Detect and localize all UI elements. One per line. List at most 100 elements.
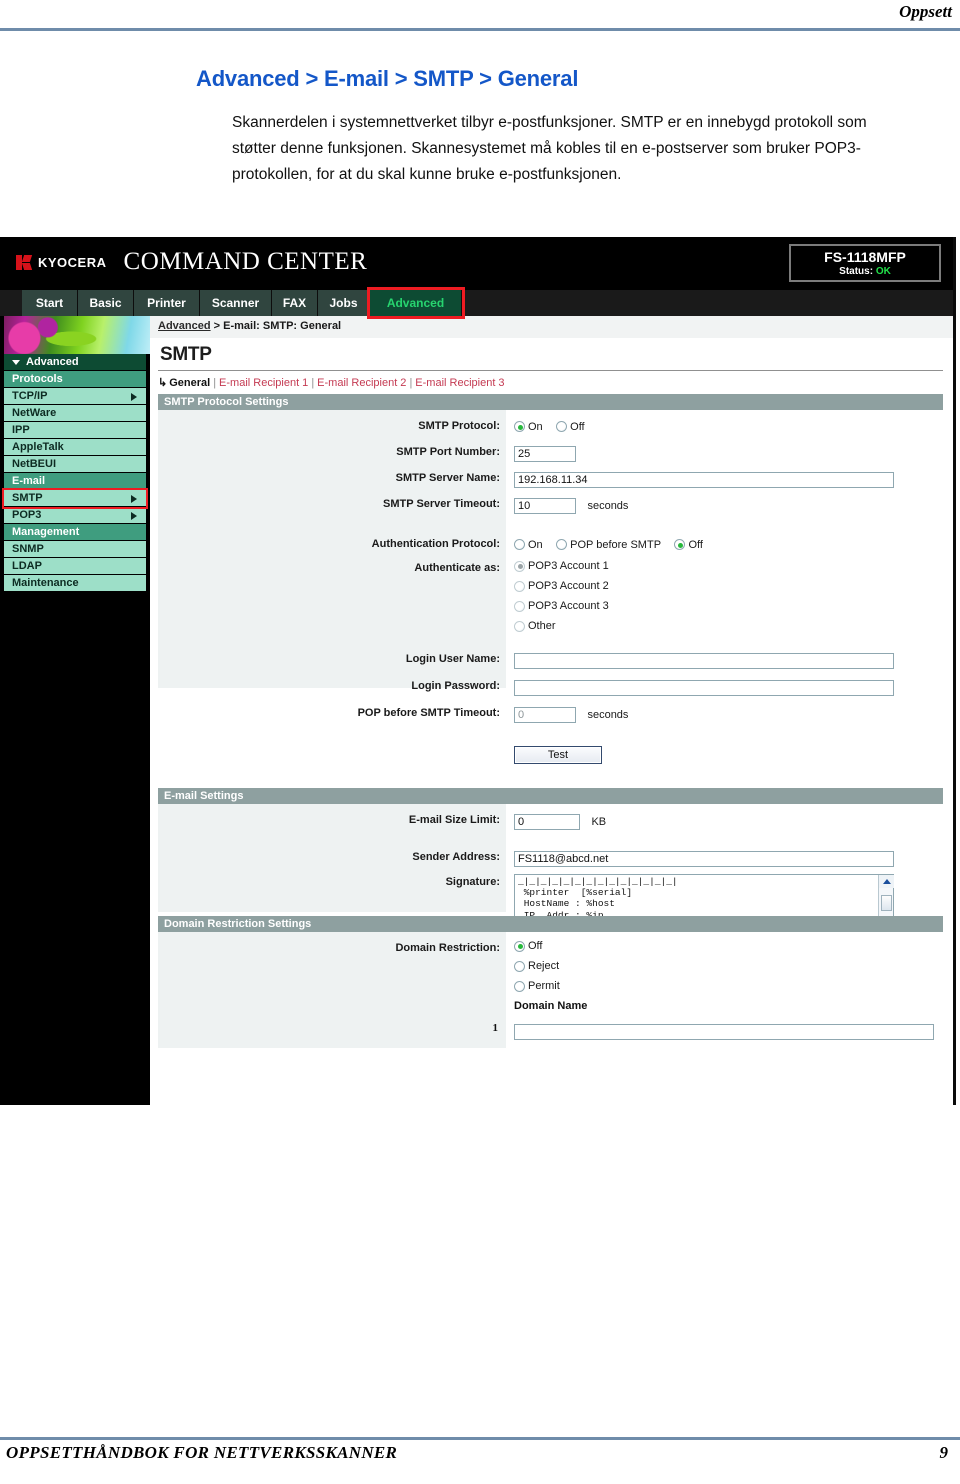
radio-domain-off[interactable]: Off (514, 940, 587, 952)
sidebar-header-label: Advanced (26, 355, 79, 368)
sidebar-item-pop3[interactable]: POP3 (4, 507, 146, 524)
tab-printer[interactable]: Printer (134, 290, 200, 316)
tab-basic[interactable]: Basic (78, 290, 134, 316)
content-pane: SMTP ↳ General | E-mail Recipient 1 | E-mail … (150, 338, 953, 1105)
subtab-e-mail-recipient-1[interactable]: E-mail Recipient 1 (219, 377, 308, 389)
sidebar-item-appletalk[interactable]: AppleTalk (4, 439, 146, 456)
radio-label: POP3 Account 3 (528, 600, 609, 612)
status-line: Status: OK (791, 265, 939, 278)
main-tab-bar: Start Basic Printer Scanner FAX Jobs Advanced (0, 287, 953, 319)
hook-arrow-icon: ↳ (158, 377, 168, 389)
pop-before-smtp-timeout-input[interactable] (514, 707, 576, 723)
domain-name-input[interactable] (514, 1024, 934, 1040)
radio-pop3-account-3[interactable]: POP3 Account 3 (514, 600, 609, 612)
radio-other[interactable]: Other (514, 620, 609, 632)
test-button[interactable]: Test (514, 746, 602, 764)
command-center-screenshot: KYOCERA COMMAND CENTER FS-1118MFP Status… (0, 237, 956, 1105)
sidebar-group-e-mail: E-mail (4, 473, 146, 490)
radio-pop3-account-1[interactable]: POP3 Account 1 (514, 560, 609, 572)
radio-pop3-account-2[interactable]: POP3 Account 2 (514, 580, 609, 592)
sidebar-item-label: NetBEUI (12, 458, 57, 470)
subtab-separator: | (213, 377, 217, 389)
email-size-limit-unit: KB (591, 816, 607, 828)
content-title: SMTP (160, 344, 212, 365)
domain-restriction-radios: Off Reject Permit Domain Name (514, 940, 587, 1012)
smtp-server-input[interactable] (514, 472, 894, 488)
smtp-timeout-label: SMTP Server Timeout: (383, 498, 500, 510)
section-bar-protocol: SMTP Protocol Settings (158, 394, 943, 410)
content-title-divider (158, 370, 943, 371)
authenticate-as-radios: POP3 Account 1 POP3 Account 2 POP3 Accou… (514, 560, 609, 640)
brand-logo: KYOCERA COMMAND CENTER (16, 248, 367, 276)
section-bar-email: E-mail Settings (158, 788, 943, 804)
sidebar-item-maintenance[interactable]: Maintenance (4, 575, 146, 592)
radio-domain-permit[interactable]: Permit (514, 980, 587, 992)
radio-auth-pop-before-smtp[interactable]: POP before SMTP (556, 539, 661, 551)
sidebar-item-label: Management (12, 526, 80, 538)
radio-auth-on[interactable]: On (514, 539, 543, 551)
caret-up-icon (882, 879, 891, 884)
smtp-port-label: SMTP Port Number: (396, 446, 500, 458)
email-size-limit-label: E-mail Size Limit: (408, 814, 500, 826)
sidebar-item-netbeui[interactable]: NetBEUI (4, 456, 146, 473)
scroll-up-button[interactable] (879, 875, 894, 888)
radio-smtp-protocol-off[interactable]: Off (556, 421, 585, 433)
sidebar-item-netware[interactable]: NetWare (4, 405, 146, 422)
sidebar-item-label: SNMP (12, 543, 44, 555)
pop-before-smtp-timeout-label: POP before SMTP Timeout: (357, 707, 500, 719)
sidebar-item-ipp[interactable]: IPP (4, 422, 146, 439)
smtp-protocol-radios: On Off (514, 418, 594, 436)
smtp-protocol-label: SMTP Protocol: (418, 420, 500, 432)
radio-label: Other (528, 620, 556, 632)
smtp-port-input[interactable] (514, 446, 576, 462)
subtab-e-mail-recipient-2[interactable]: E-mail Recipient 2 (317, 377, 406, 389)
smtp-timeout-unit: seconds (587, 500, 629, 512)
tab-scanner[interactable]: Scanner (200, 290, 272, 316)
chevron-right-icon (131, 495, 137, 503)
login-password-input[interactable] (514, 680, 894, 696)
sidebar-item-label: POP3 (12, 509, 42, 521)
radio-dot-icon (556, 421, 568, 433)
sidebar-group-protocols: Protocols (4, 371, 146, 388)
sidebar-item-ldap[interactable]: LDAP (4, 558, 146, 575)
radio-dot-icon (514, 620, 525, 632)
panel-protocol: SMTP Protocol: On Off SMTP Port Number: … (158, 410, 943, 764)
status-model: FS-1118MFP (824, 249, 906, 265)
sidebar-item-label: Protocols (12, 373, 63, 385)
login-user-input[interactable] (514, 653, 894, 669)
breadcrumb-root-link[interactable]: Advanced (158, 320, 211, 332)
signature-label: Signature: (445, 876, 500, 888)
radio-label: POP before SMTP (570, 538, 662, 551)
radio-smtp-protocol-on[interactable]: On (514, 421, 543, 433)
sidebar-item-label: SMTP (12, 492, 43, 504)
tab-start[interactable]: Start (22, 290, 78, 316)
sidebar-item-tcp-ip[interactable]: TCP/IP (4, 388, 146, 405)
radio-dot-icon (514, 980, 525, 992)
auth-protocol-label: Authentication Protocol: (371, 538, 500, 550)
breadcrumb-path: E-mail: SMTP: General (223, 320, 342, 332)
header-divider (0, 28, 960, 31)
sidebar-item-snmp[interactable]: SNMP (4, 541, 146, 558)
email-size-limit-input[interactable] (514, 814, 580, 830)
tab-advanced[interactable]: Advanced (367, 287, 465, 319)
radio-auth-off[interactable]: Off (674, 539, 703, 551)
radio-domain-reject[interactable]: Reject (514, 960, 587, 972)
tab-jobs[interactable]: Jobs (318, 290, 370, 316)
smtp-server-label: SMTP Server Name: (395, 472, 500, 484)
subtab-e-mail-recipient-3[interactable]: E-mail Recipient 3 (415, 377, 504, 389)
footer-text: OPPSETTHÅNDBOK FOR NETTVERKSSKANNER (6, 1443, 398, 1462)
sidebar: Advanced Protocols TCP/IP NetWare IPP AppleT… (0, 316, 150, 1105)
tab-fax[interactable]: FAX (272, 290, 318, 316)
sidebar-item-label: NetWare (12, 407, 57, 419)
sender-address-input[interactable] (514, 851, 894, 867)
sidebar-item-label: TCP/IP (12, 390, 48, 402)
sidebar-item-smtp[interactable]: SMTP (2, 488, 148, 509)
authenticate-as-label: Authenticate as: (414, 562, 500, 574)
radio-label: POP3 Account 1 (528, 560, 609, 572)
radio-label: On (528, 538, 543, 551)
login-password-label: Login Password: (411, 680, 500, 692)
radio-dot-icon (514, 539, 525, 551)
sidebar-header-advanced[interactable]: Advanced (4, 354, 146, 371)
scrollbar-thumb[interactable] (881, 895, 892, 911)
smtp-timeout-input[interactable] (514, 498, 576, 514)
